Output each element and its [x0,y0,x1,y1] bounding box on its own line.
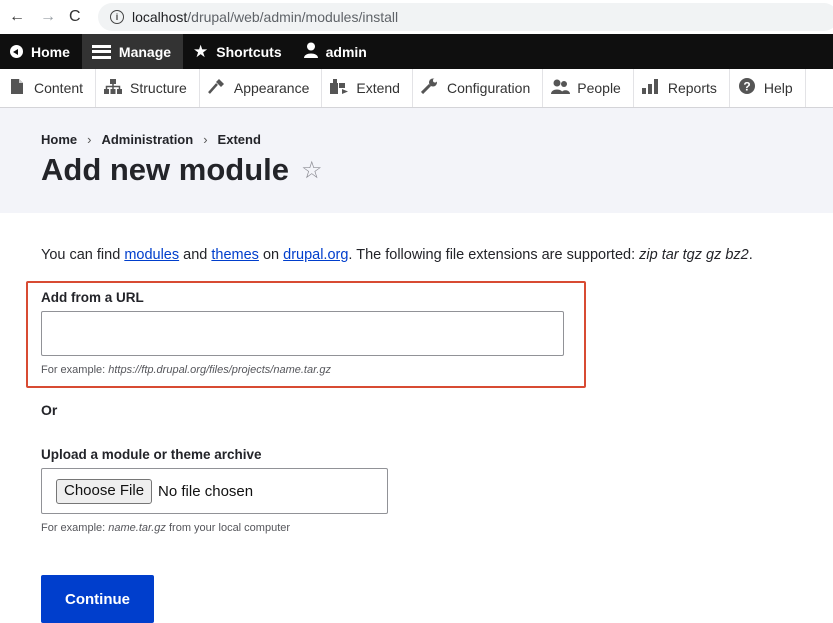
admin-tray: Content Structure Appearance Extend Conf… [0,69,833,108]
breadcrumb-administration[interactable]: Administration [101,132,193,147]
toolbar-item-admin[interactable]: admin [294,34,379,69]
url-input[interactable] [41,311,564,356]
admin-toolbar: Home Manage ★ Shortcuts admin [0,34,833,69]
url-field-label: Add from a URL [41,290,144,305]
hamburger-icon [91,44,111,59]
reload-icon[interactable]: C [69,5,81,29]
tray-item-label: Content [34,80,84,96]
desc-prefix: For example: [41,364,109,376]
upload-field-description: For example: name.tar.gz from your local… [41,522,290,534]
page-title-text: Add new module [41,152,289,187]
user-icon [303,42,318,61]
desc-example: https://ftp.drupal.org/files/projects/na… [108,364,332,376]
tray-item-people[interactable]: People [543,69,634,107]
toolbar-item-label: Manage [118,43,172,60]
intro-text-part: . The following file extensions are supp… [348,247,640,263]
tray-item-label: Structure [130,80,187,96]
tray-item-label: Extend [356,80,400,96]
file-upload-input[interactable]: Choose File No file chosen [41,468,388,514]
tray-item-label: Reports [667,80,717,96]
toolbar-item-label: admin [325,43,367,60]
info-icon[interactable]: i [110,10,124,24]
appearance-icon [208,78,226,98]
address-bar[interactable]: i localhost/drupal/web/admin/modules/ins… [98,3,833,31]
tray-item-label: Appearance [233,80,310,96]
desc-prefix: For example: [41,522,109,534]
file-status: No file chosen [158,482,254,500]
continue-button[interactable]: Continue [41,575,154,623]
page-title: Add new module ☆ [41,152,323,188]
drupal-org-link[interactable]: drupal.org [283,247,348,263]
back-circle-icon [10,45,23,58]
or-label: Or [41,402,58,418]
tray-item-label: People [577,80,621,96]
toolbar-item-home[interactable]: Home [0,34,82,69]
breadcrumb-separator: › [203,132,208,147]
upload-field-label: Upload a module or theme archive [41,447,262,462]
modules-link[interactable]: modules [124,247,179,263]
url-text[interactable]: localhost/drupal/web/admin/modules/insta… [132,9,398,25]
choose-file-button[interactable]: Choose File [56,478,153,504]
url-field-description: For example: https://ftp.drupal.org/file… [41,364,331,376]
tray-item-configuration[interactable]: Configuration [413,69,544,107]
tray-item-help[interactable]: ? Help [730,69,806,107]
browser-bar: ← → C i localhost/drupal/web/admin/modul… [0,0,833,34]
themes-link[interactable]: themes [211,247,259,263]
supported-extensions: zip tar tgz gz bz2 [639,247,749,263]
toolbar-item-label: Home [31,43,70,60]
tray-item-extend[interactable]: Extend [322,69,413,107]
toolbar-item-shortcuts[interactable]: ★ Shortcuts [183,34,294,69]
wrench-icon [421,78,439,98]
tray-item-label: Help [763,80,793,96]
people-icon [551,79,571,98]
breadcrumb-extend[interactable]: Extend [218,132,261,147]
intro-text-part: and [179,247,212,263]
tray-item-appearance[interactable]: Appearance [200,69,323,107]
content-icon [8,78,26,98]
shortcut-star-icon[interactable]: ☆ [301,156,323,185]
intro-text-part: You can find [41,247,125,263]
structure-icon [104,78,123,98]
intro-text: You can find modules and themes on drupa… [41,247,753,263]
desc-example: name.tar.gz [108,522,166,534]
page-header: Home › Administration › Extend Add new m… [0,108,833,213]
tray-item-reports[interactable]: Reports [634,69,730,107]
tray-item-content[interactable]: Content [0,69,97,107]
breadcrumb-separator: › [87,132,92,147]
tray-item-label: Configuration [446,80,531,96]
back-arrow-icon[interactable]: ← [9,5,25,29]
breadcrumb-home[interactable]: Home [41,132,77,147]
extend-icon [330,78,349,98]
toolbar-item-label: Shortcuts [216,43,282,60]
intro-text-part: . [748,247,753,263]
star-icon: ★ [193,41,209,61]
reports-icon [642,78,660,98]
toolbar-item-manage[interactable]: Manage [81,34,184,69]
forward-arrow-icon[interactable]: → [40,5,56,29]
tray-item-structure[interactable]: Structure [96,69,200,107]
help-icon: ? [738,78,756,98]
intro-text-part: on [258,247,284,263]
svg-text:?: ? [743,80,750,94]
breadcrumb: Home › Administration › Extend [41,132,261,147]
desc-suffix: from your local computer [165,522,291,534]
